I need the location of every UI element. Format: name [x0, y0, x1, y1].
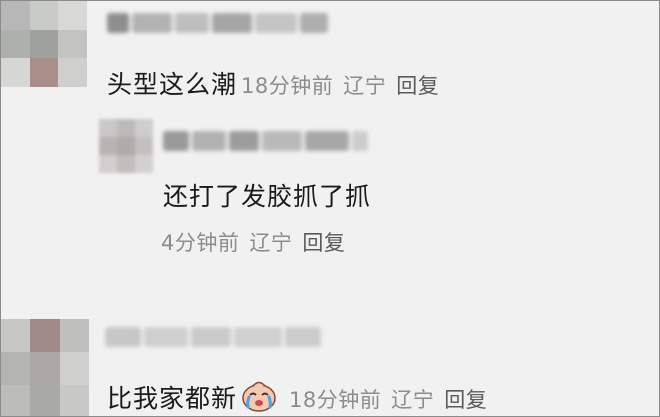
avatar[interactable]: [1, 1, 87, 87]
username-redacted[interactable]: [163, 131, 368, 151]
username-redacted[interactable]: [107, 13, 328, 33]
comment-thread-panel: 头型这么潮 18分钟前 辽宁 回复 还打了发胶抓了抓 4分钟前 辽宁 回复 比我…: [0, 0, 660, 417]
comment-time: 18分钟前: [289, 388, 382, 412]
username-redacted[interactable]: [105, 327, 321, 347]
reply-button[interactable]: 回复: [396, 74, 439, 98]
reply-button[interactable]: 回复: [302, 231, 345, 255]
comment-location: 辽宁: [343, 74, 387, 98]
comment-item: 比我家都新 18分钟前 辽宁 回复: [107, 379, 487, 416]
avatar[interactable]: [1, 319, 89, 416]
comment-item: 头型这么潮 18分钟前 辽宁 回复: [107, 65, 439, 101]
comment-location: 辽宁: [249, 231, 293, 255]
comment-text: 还打了发胶抓了抓: [163, 182, 372, 211]
comment-meta: 18分钟前 辽宁 回复: [289, 388, 487, 412]
crying-face-emoji-icon: [239, 379, 279, 416]
comment-text: 比我家都新: [107, 384, 238, 413]
comment-location: 辽宁: [391, 388, 435, 412]
comment-meta: 4分钟前 辽宁 回复: [161, 227, 345, 257]
comment-time: 4分钟前: [161, 231, 240, 255]
comment-meta: 18分钟前 辽宁 回复: [241, 74, 439, 98]
avatar[interactable]: [99, 119, 153, 173]
comment-time: 18分钟前: [241, 74, 334, 98]
reply-button[interactable]: 回复: [444, 388, 487, 412]
comment-text: 头型这么潮: [107, 70, 238, 99]
